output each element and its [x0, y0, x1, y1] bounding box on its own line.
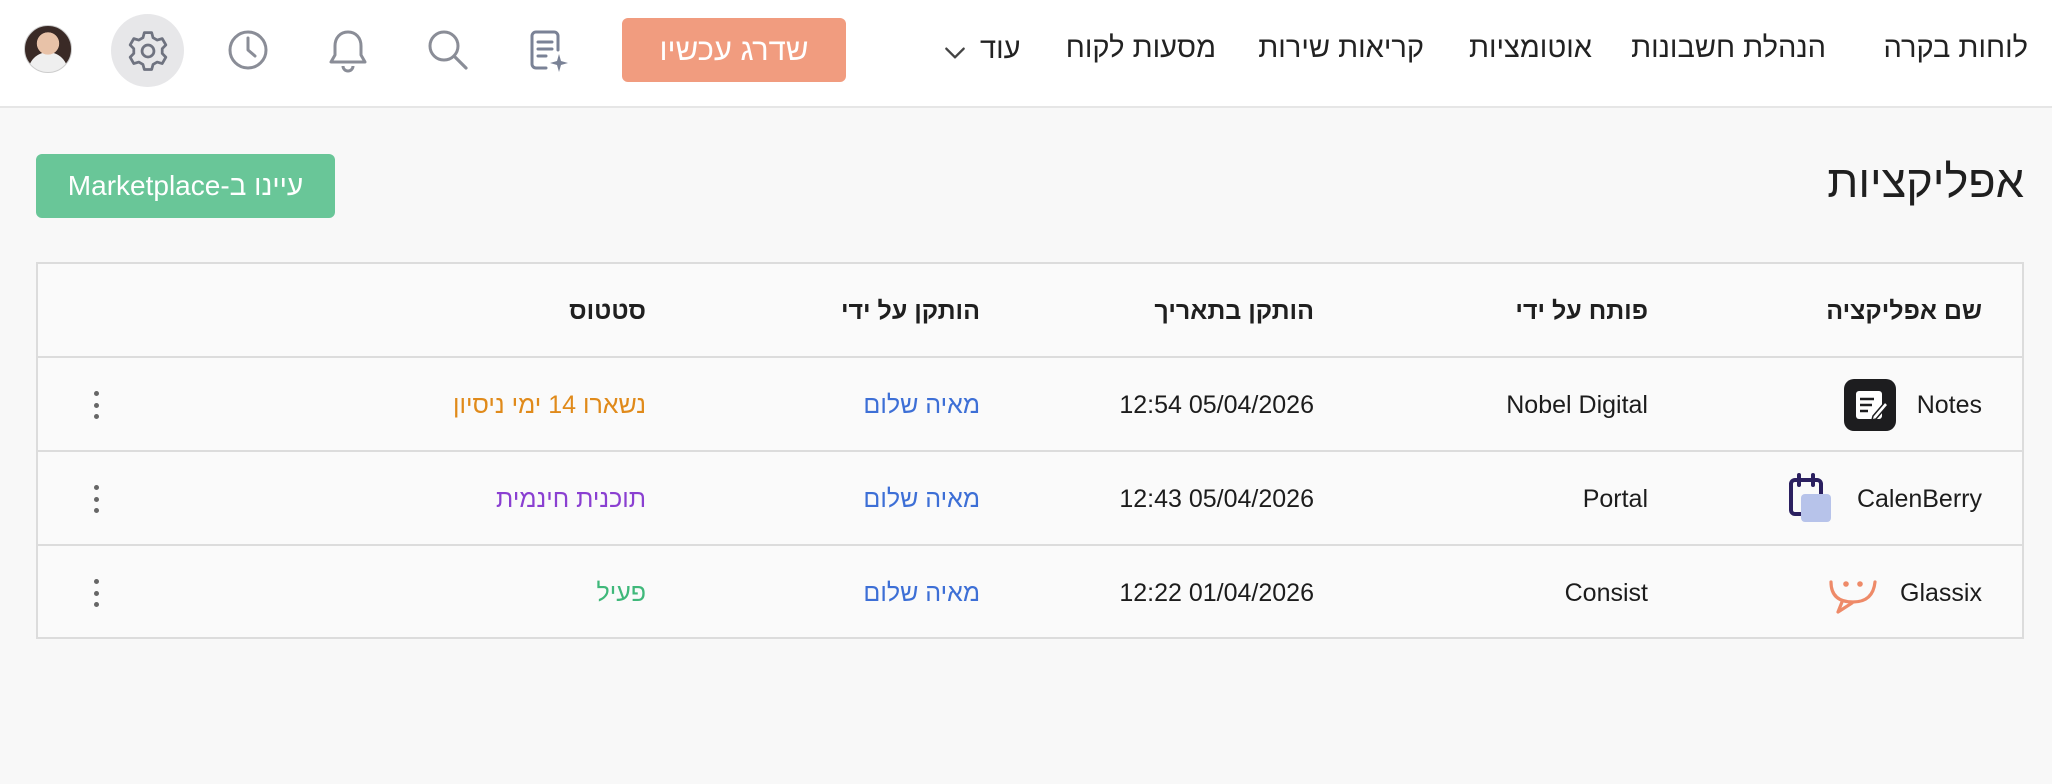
app-name-cell: Notes	[1843, 358, 1982, 452]
installed-date-cell: 12:22 01/04/2026	[1119, 579, 1314, 607]
app-name: Glassix	[1900, 579, 1982, 607]
app-name-cell: Glassix	[1826, 546, 1982, 640]
nav-more-dropdown[interactable]: עוד	[942, 29, 1020, 69]
installed-by-link[interactable]: מאיה שלום	[863, 358, 980, 452]
bell-icon	[329, 30, 367, 73]
settings-button[interactable]	[111, 14, 184, 87]
app-name: CalenBerry	[1856, 485, 1982, 513]
app-name-cell: CalenBerry	[1783, 452, 1982, 546]
installed-date-cell: 12:43 05/04/2026	[1119, 485, 1314, 513]
table-row: Notes Nobel Digital 12:54 05/04/2026 מאי…	[38, 358, 2022, 452]
search-button[interactable]	[418, 20, 478, 80]
search-icon	[428, 30, 468, 70]
app-name: Notes	[1916, 391, 1982, 419]
upgrade-now-button[interactable]: שדרג עכשיו	[622, 18, 846, 82]
row-actions-menu-button[interactable]	[86, 485, 106, 513]
row-actions-menu-button[interactable]	[86, 579, 106, 607]
installed-date-cell: 12:54 05/04/2026	[1119, 391, 1314, 419]
top-navigation-bar: לוחות בקרה הנהלת חשבונות אוטומציות קריאו…	[0, 0, 2052, 108]
table-header-row: שם אפליקציה פותח על ידי הותקן בתאריך הות…	[38, 264, 2022, 358]
installed-by-link[interactable]: מאיה שלום	[863, 546, 980, 640]
column-header-app-name: שם אפליקציה	[1826, 297, 1982, 325]
ai-notes-button[interactable]	[518, 20, 578, 80]
nav-more-label: עוד	[980, 32, 1021, 65]
nav-item-automations[interactable]: אוטומציות	[1469, 29, 1592, 67]
page-title: אפליקציות	[1827, 156, 2024, 207]
column-header-installed-by: הותקן על ידי	[840, 297, 980, 325]
nav-item-dashboards[interactable]: לוחות בקרה	[1884, 29, 2029, 67]
nav-item-customer-journeys[interactable]: מסעות לקוח	[1066, 29, 1216, 67]
document-sparkle-icon	[530, 30, 568, 72]
installed-by-link[interactable]: מאיה שלום	[863, 452, 980, 546]
glassix-icon	[1826, 566, 1880, 620]
gear-icon	[128, 30, 167, 71]
column-header-installed-date: הותקן בתאריך	[1154, 297, 1314, 325]
clock-icon	[228, 30, 268, 70]
developer-cell: Consist	[1564, 579, 1648, 607]
calenberry-icon	[1783, 472, 1837, 526]
chevron-down-icon	[945, 47, 965, 59]
status-cell: נשארו 14 ימי ניסיון	[453, 391, 646, 419]
nav-item-service-calls[interactable]: קריאות שירות	[1258, 29, 1424, 67]
notes-icon	[1843, 378, 1897, 432]
column-header-status: סטטוס	[569, 297, 646, 325]
developer-cell: Portal	[1582, 485, 1648, 513]
status-cell: פעיל	[596, 579, 646, 607]
developer-cell: Nobel Digital	[1506, 391, 1648, 419]
user-avatar[interactable]	[24, 25, 72, 73]
column-header-developer: פותח על ידי	[1515, 297, 1648, 325]
browse-marketplace-button[interactable]: עיינו ב-Marketplace	[36, 154, 335, 218]
apps-table: שם אפליקציה פותח על ידי הותקן בתאריך הות…	[36, 262, 2024, 639]
history-button[interactable]	[218, 20, 278, 80]
row-actions-menu-button[interactable]	[86, 391, 106, 419]
notifications-button[interactable]	[318, 20, 378, 80]
status-cell: תוכנית חינמית	[496, 485, 646, 513]
table-row: CalenBerry Portal 12:43 05/04/2026 מאיה …	[38, 452, 2022, 546]
nav-item-accounting[interactable]: הנהלת חשבונות	[1631, 29, 1826, 67]
table-row: Glassix Consist 12:22 01/04/2026 מאיה של…	[38, 546, 2022, 640]
